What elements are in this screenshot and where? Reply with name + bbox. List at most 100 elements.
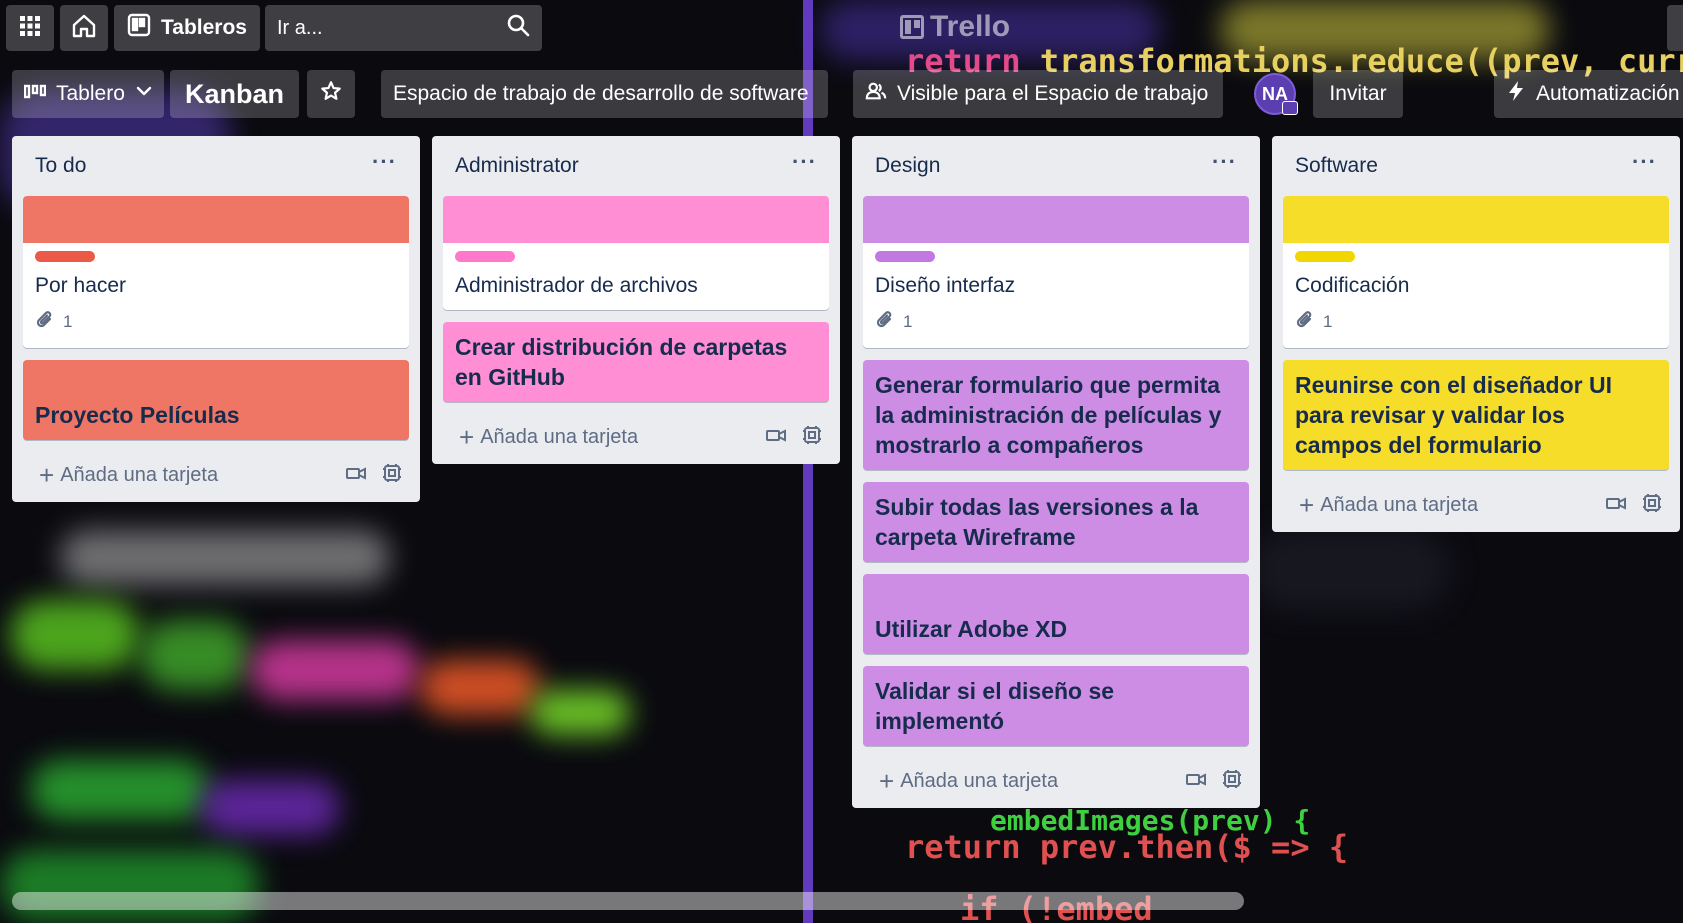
add-card-row: + Añada una tarjeta xyxy=(23,448,409,502)
automation-button[interactable]: Automatización xyxy=(1494,70,1683,118)
add-card-button[interactable]: Añada una tarjeta xyxy=(1320,494,1591,517)
plus-icon[interactable]: + xyxy=(459,424,474,450)
search-placeholder: Ir a... xyxy=(277,16,323,39)
card-title: Por hacer xyxy=(35,274,127,297)
grid-icon xyxy=(19,15,41,42)
list-menu-button[interactable]: ··· xyxy=(372,151,397,173)
plus-icon[interactable]: + xyxy=(879,768,894,794)
team-visibility-icon xyxy=(865,80,887,108)
card-reunirse-disenador[interactable]: Reunirse con el diseñador UI para revisa… xyxy=(1283,360,1669,470)
video-icon[interactable] xyxy=(345,465,367,486)
card-title: Generar formulario que permita la admini… xyxy=(875,372,1222,458)
attachment-count: 1 xyxy=(903,312,913,331)
create-from-template-icon[interactable] xyxy=(801,424,823,451)
card-badges: 1 xyxy=(875,306,1237,338)
add-card-button[interactable]: Añada una tarjeta xyxy=(900,770,1171,793)
visibility-button[interactable]: Visible para el Espacio de trabajo xyxy=(853,70,1223,118)
search-input[interactable]: Ir a... xyxy=(265,5,542,51)
list-software: Software ··· Codificación 1 Reunirse con… xyxy=(1272,136,1680,532)
video-icon[interactable] xyxy=(1605,495,1627,516)
card-label[interactable] xyxy=(1295,251,1355,262)
card-title: Crear distribución de carpetas en GitHub xyxy=(455,334,788,390)
visibility-label: Visible para el Espacio de trabajo xyxy=(897,82,1209,105)
invite-button[interactable]: Invitar xyxy=(1313,70,1403,118)
apps-switcher-button[interactable] xyxy=(6,5,54,51)
admin-badge-icon xyxy=(1282,101,1298,115)
list-menu-button[interactable]: ··· xyxy=(792,151,817,173)
card-generar-formulario[interactable]: Generar formulario que permita la admini… xyxy=(863,360,1249,470)
attachment-count: 1 xyxy=(1323,312,1333,331)
trello-logo-text: Trello xyxy=(930,10,1011,43)
card-codificacion[interactable]: Codificación 1 xyxy=(1283,196,1669,348)
list-title[interactable]: Software xyxy=(1295,154,1378,178)
search-icon[interactable] xyxy=(506,13,530,43)
list-header[interactable]: Administrator ··· xyxy=(443,136,829,196)
trello-logo[interactable]: Trello xyxy=(900,10,1010,44)
top-header: Tableros Ir a... Trello xyxy=(0,0,1683,56)
horizontal-scrollbar[interactable] xyxy=(12,892,1244,910)
card-validar-diseno[interactable]: Validar si el diseño se implementó xyxy=(863,666,1249,746)
add-card-row: + Añada una tarjeta xyxy=(1283,478,1669,532)
add-card-button[interactable]: Añada una tarjeta xyxy=(60,464,331,487)
workspace-button[interactable]: Espacio de trabajo de desarrollo de soft… xyxy=(381,70,828,118)
header-right-button[interactable] xyxy=(1667,5,1683,51)
view-switcher-label: Tablero xyxy=(56,82,125,105)
board-title[interactable]: Kanban xyxy=(170,70,299,118)
card-utilizar-adobe-xd[interactable]: Utilizar Adobe XD xyxy=(863,574,1249,654)
list-header[interactable]: Design ··· xyxy=(863,136,1249,196)
card-proyecto-peliculas[interactable]: Proyecto Películas xyxy=(23,360,409,440)
list-header[interactable]: To do ··· xyxy=(23,136,409,196)
trello-logo-icon xyxy=(900,15,924,39)
attachment-icon xyxy=(35,310,55,335)
card-por-hacer[interactable]: Por hacer 1 xyxy=(23,196,409,348)
card-title: Utilizar Adobe XD xyxy=(875,616,1068,642)
board-header: Tablero Kanban Espacio de trabajo de des… xyxy=(0,70,1683,120)
card-title: Proyecto Películas xyxy=(35,402,240,428)
attachment-icon xyxy=(875,310,895,335)
home-button[interactable] xyxy=(60,5,108,51)
plus-icon[interactable]: + xyxy=(39,462,54,488)
create-from-template-icon[interactable] xyxy=(381,462,403,489)
automation-label: Automatización xyxy=(1536,82,1680,105)
boards-button[interactable]: Tableros xyxy=(114,5,260,51)
card-subir-versiones[interactable]: Subir todas las versiones a la carpeta W… xyxy=(863,482,1249,562)
boards-label: Tableros xyxy=(161,16,247,39)
create-from-template-icon[interactable] xyxy=(1221,768,1243,795)
card-label[interactable] xyxy=(455,251,515,262)
card-label[interactable] xyxy=(35,251,95,262)
card-title: Codificación xyxy=(1295,274,1410,297)
add-card-button[interactable]: Añada una tarjeta xyxy=(480,426,751,449)
card-badges: 1 xyxy=(35,306,397,338)
star-board-button[interactable] xyxy=(307,70,355,118)
board-view-icon xyxy=(23,82,47,106)
card-cover xyxy=(443,196,829,243)
member-avatar[interactable]: NA xyxy=(1254,73,1298,115)
home-icon xyxy=(71,13,97,44)
card-badges: 1 xyxy=(1295,306,1657,338)
attachment-count: 1 xyxy=(63,312,73,331)
plus-icon[interactable]: + xyxy=(1299,492,1314,518)
card-label[interactable] xyxy=(875,251,935,262)
view-switcher-button[interactable]: Tablero xyxy=(12,70,164,118)
card-administrador-de-archivos[interactable]: Administrador de archivos xyxy=(443,196,829,310)
list-header[interactable]: Software ··· xyxy=(1283,136,1669,196)
video-icon[interactable] xyxy=(765,427,787,448)
create-from-template-icon[interactable] xyxy=(1641,492,1663,519)
chevron-down-icon xyxy=(135,82,153,106)
lightning-icon xyxy=(1506,80,1526,108)
video-icon[interactable] xyxy=(1185,771,1207,792)
card-title: Subir todas las versiones a la carpeta W… xyxy=(875,494,1199,550)
list-title[interactable]: Design xyxy=(875,154,940,178)
list-menu-button[interactable]: ··· xyxy=(1632,151,1657,173)
list-title[interactable]: To do xyxy=(35,154,86,178)
card-title: Reunirse con el diseñador UI para revisa… xyxy=(1295,372,1612,458)
list-title[interactable]: Administrator xyxy=(455,154,579,178)
card-title: Administrador de archivos xyxy=(455,274,698,297)
list-menu-button[interactable]: ··· xyxy=(1212,151,1237,173)
card-cover xyxy=(23,196,409,243)
card-title: Diseño interfaz xyxy=(875,274,1016,297)
star-icon xyxy=(320,80,342,108)
card-diseno-interfaz[interactable]: Diseño interfaz 1 xyxy=(863,196,1249,348)
card-crear-distribucion[interactable]: Crear distribución de carpetas en GitHub xyxy=(443,322,829,402)
list-to-do: To do ··· Por hacer 1 Proyecto Películas… xyxy=(12,136,420,502)
